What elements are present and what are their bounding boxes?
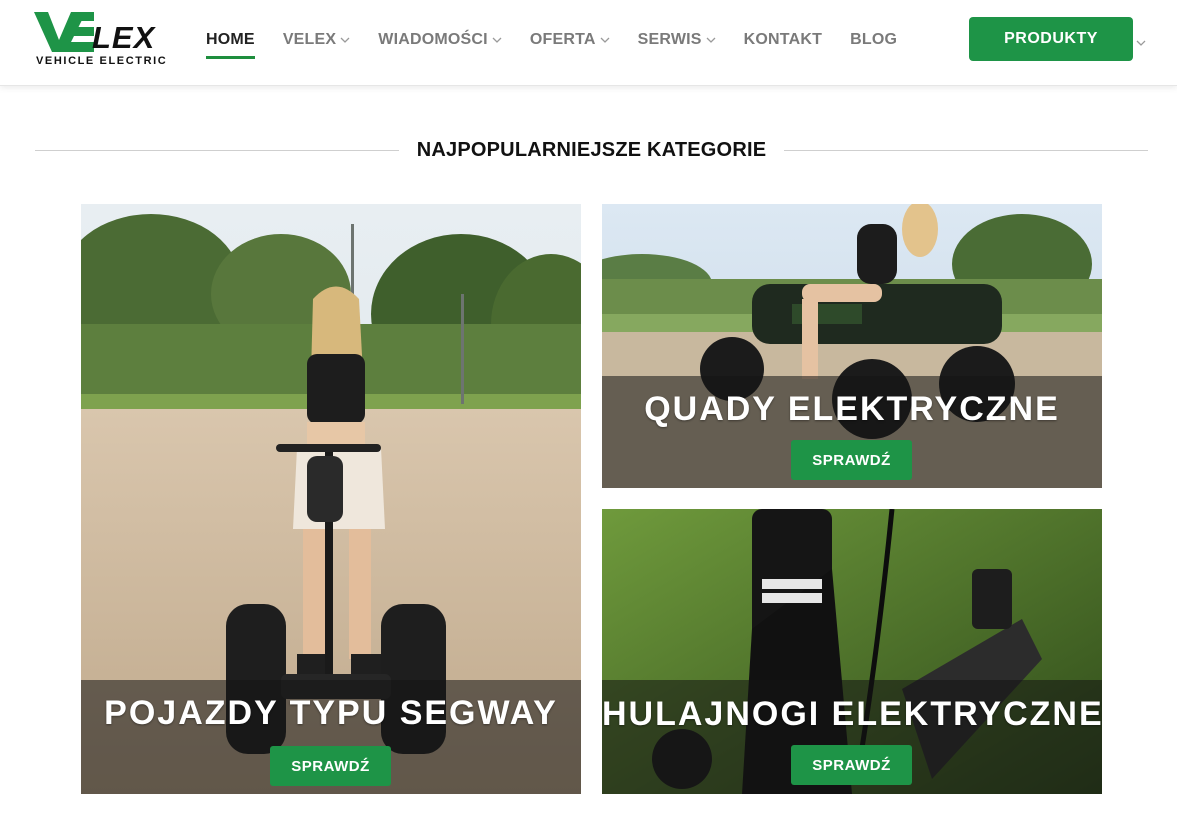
logo-tagline: VEHICLE ELECTRIC: [36, 55, 168, 67]
category-tile-scooter[interactable]: HULAJNOGI ELEKTRYCZNE SPRAWDŹ: [602, 509, 1102, 794]
category-tile-quad[interactable]: QUADY ELEKTRYCZNE SPRAWDŹ: [602, 204, 1102, 488]
nav-item-label: BLOG: [850, 31, 898, 48]
check-button[interactable]: SPRAWDŹ: [791, 745, 912, 785]
nav-item-blog[interactable]: BLOG: [850, 28, 897, 52]
check-button[interactable]: SPRAWDŹ: [270, 746, 391, 786]
tile-title: QUADY ELEKTRYCZNE: [644, 390, 1060, 428]
category-tile-segway[interactable]: POJAZDY TYPU SEGWAY SPRAWDŹ: [81, 204, 581, 794]
nav-item-label: WIADOMOŚCI: [378, 31, 488, 48]
chevron-down-icon[interactable]: [1136, 33, 1146, 51]
nav-item-label: VELEX: [282, 31, 337, 48]
nav-item-wiadomosci[interactable]: WIADOMOŚCI: [378, 28, 502, 52]
nav-item-home[interactable]: HOME: [206, 28, 255, 59]
nav-item-oferta[interactable]: OFERTA: [530, 28, 610, 52]
nav-item-label: KONTAKT: [743, 31, 823, 48]
divider-line: [784, 150, 1148, 151]
nav-item-label: HOME: [206, 31, 255, 48]
chevron-down-icon: [706, 37, 716, 43]
nav-item-kontakt[interactable]: KONTAKT: [744, 28, 822, 52]
chevron-down-icon: [492, 37, 502, 43]
products-button[interactable]: PRODUKTY: [969, 17, 1133, 61]
velex-v-logo-mark: [34, 12, 94, 52]
chevron-down-icon: [600, 37, 610, 43]
nav-item-label: OFERTA: [529, 31, 596, 48]
nav-item-label: SERWIS: [637, 31, 702, 48]
divider-line: [35, 150, 399, 151]
site-header: LEX VEHICLE ELECTRIC HOME VELEX WIADOMOŚ…: [0, 0, 1177, 86]
chevron-down-icon: [340, 37, 350, 43]
velex-logo[interactable]: LEX VEHICLE ELECTRIC: [34, 12, 174, 70]
logo-wordmark: LEX: [92, 20, 156, 55]
main-navigation: HOME VELEX WIADOMOŚCI OFERTA SERWIS KONT…: [206, 28, 925, 59]
nav-item-serwis[interactable]: SERWIS: [638, 28, 716, 52]
nav-item-velex[interactable]: VELEX: [283, 28, 350, 52]
check-button[interactable]: SPRAWDŹ: [791, 440, 912, 480]
section-title: NAJPOPULARNIEJSZE KATEGORIE: [416, 139, 767, 161]
tile-title: HULAJNOGI ELEKTRYCZNE: [602, 695, 1102, 733]
tile-title: POJAZDY TYPU SEGWAY: [104, 694, 558, 732]
section-heading: NAJPOPULARNIEJSZE KATEGORIE: [35, 137, 1148, 165]
